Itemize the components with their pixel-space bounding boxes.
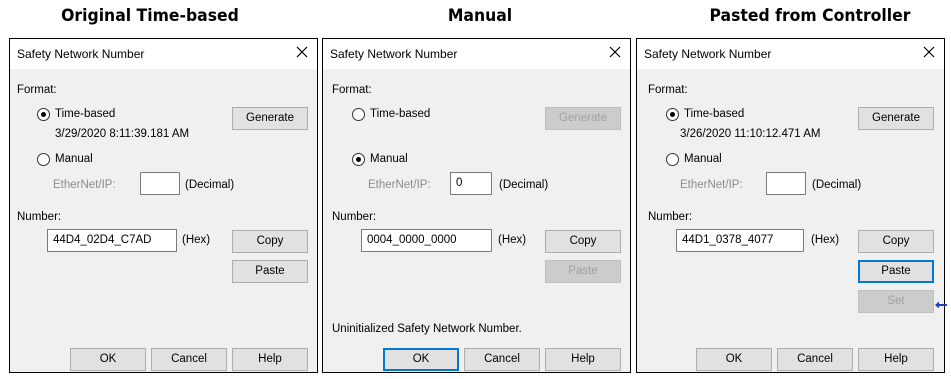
manual-radio[interactable]: [37, 153, 50, 166]
close-icon[interactable]: [608, 45, 622, 59]
manual-label[interactable]: Manual: [370, 153, 408, 165]
time-based-radio[interactable]: [666, 108, 679, 121]
cancel-button[interactable]: Cancel: [464, 348, 540, 371]
manual-radio[interactable]: [352, 153, 365, 166]
copy-button[interactable]: Copy: [858, 230, 934, 253]
decimal-label: (Decimal): [185, 179, 235, 191]
time-based-label[interactable]: Time-based: [55, 108, 115, 120]
ok-button[interactable]: OK: [70, 348, 146, 371]
cancel-button[interactable]: Cancel: [777, 348, 853, 371]
ok-button[interactable]: OK: [383, 348, 459, 371]
time-based-label[interactable]: Time-based: [684, 108, 744, 120]
titlebar: Safety Network Number: [323, 39, 630, 69]
dialog-title: Safety Network Number: [330, 47, 458, 61]
caption-manual: Manual: [447, 6, 513, 26]
number-field[interactable]: 44D4_02D4_C7AD: [47, 229, 177, 252]
ethernet-label: EtherNet/IP:: [680, 179, 743, 191]
dialog-title: Safety Network Number: [644, 47, 772, 61]
generate-button[interactable]: Generate: [858, 107, 934, 130]
paste-button[interactable]: Paste: [545, 260, 621, 283]
number-label: Number:: [332, 211, 377, 223]
manual-radio[interactable]: [666, 153, 679, 166]
hex-label: (Hex): [182, 234, 211, 246]
close-icon[interactable]: [295, 45, 309, 59]
number-label: Number:: [648, 211, 693, 223]
hex-label: (Hex): [811, 234, 840, 246]
titlebar: Safety Network Number: [10, 39, 317, 69]
ethernet-field[interactable]: [140, 172, 180, 195]
help-button[interactable]: Help: [232, 348, 308, 371]
hex-label: (Hex): [498, 234, 527, 246]
format-label: Format:: [332, 84, 372, 96]
number-field[interactable]: 44D1_0378_4077: [676, 229, 804, 252]
timestamp: 3/29/2020 8:11:39.181 AM: [55, 128, 190, 140]
time-based-label[interactable]: Time-based: [370, 108, 430, 120]
paste-button[interactable]: Paste: [232, 260, 308, 283]
caption-original-time-based: Original Time-based: [61, 6, 239, 26]
ethernet-field[interactable]: 0: [450, 172, 492, 195]
dialog-original-time-based: Safety Network Number Format: Time-based…: [9, 38, 318, 373]
generate-button[interactable]: Generate: [232, 107, 308, 130]
manual-label[interactable]: Manual: [684, 153, 722, 165]
dialog-pasted-from-controller: Safety Network Number Format: Time-based…: [636, 38, 945, 373]
time-based-radio[interactable]: [352, 108, 365, 121]
ethernet-field[interactable]: [766, 172, 806, 195]
manual-label[interactable]: Manual: [55, 153, 93, 165]
cancel-button[interactable]: Cancel: [151, 348, 227, 371]
set-button[interactable]: Set: [858, 290, 934, 313]
titlebar: Safety Network Number: [637, 39, 944, 69]
caption-pasted-from-controller: Pasted from Controller: [709, 6, 911, 26]
close-icon[interactable]: [922, 45, 936, 59]
copy-button[interactable]: Copy: [545, 230, 621, 253]
status-text: Uninitialized Safety Network Number.: [332, 323, 522, 335]
dialog-manual: Safety Network Number Format: Time-based…: [322, 38, 631, 373]
copy-button[interactable]: Copy: [232, 230, 308, 253]
left-arrow-icon: [935, 296, 947, 309]
time-based-radio[interactable]: [37, 108, 50, 121]
ok-button[interactable]: OK: [696, 348, 772, 371]
dialog-title: Safety Network Number: [17, 47, 145, 61]
generate-button[interactable]: Generate: [545, 107, 621, 130]
paste-button[interactable]: Paste: [858, 260, 934, 283]
number-label: Number:: [17, 211, 62, 223]
format-label: Format:: [17, 84, 57, 96]
ethernet-label: EtherNet/IP:: [368, 179, 431, 191]
format-label: Format:: [648, 84, 688, 96]
help-button[interactable]: Help: [858, 348, 934, 371]
number-field[interactable]: 0004_0000_0000: [361, 229, 492, 252]
decimal-label: (Decimal): [499, 179, 549, 191]
ethernet-label: EtherNet/IP:: [53, 179, 116, 191]
help-button[interactable]: Help: [545, 348, 621, 371]
decimal-label: (Decimal): [812, 179, 862, 191]
timestamp: 3/26/2020 11:10:12.471 AM: [680, 128, 821, 140]
